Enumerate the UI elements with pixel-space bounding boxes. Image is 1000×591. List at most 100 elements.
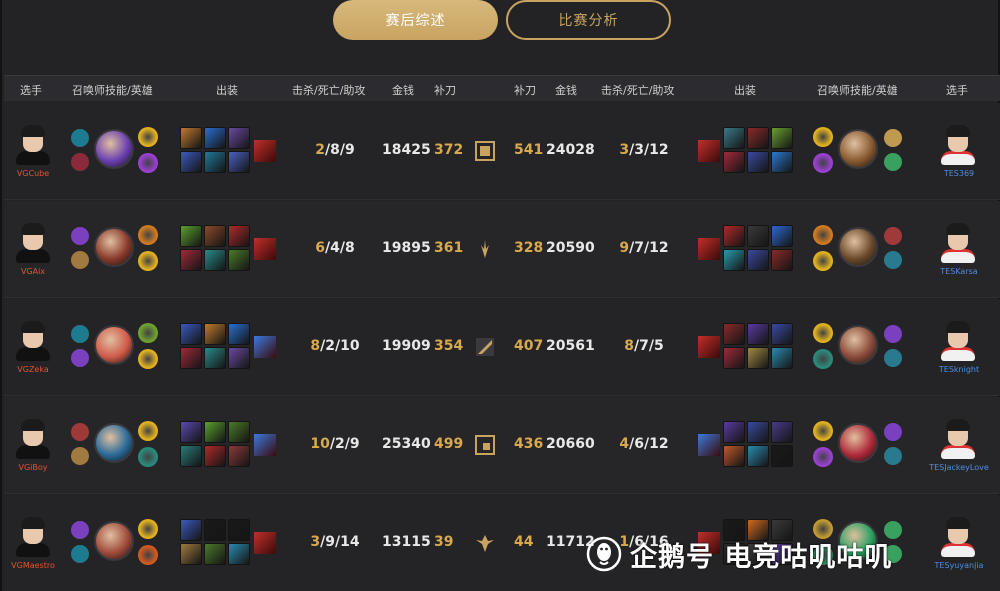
item-icon[interactable] <box>180 543 202 565</box>
item-icon[interactable] <box>723 127 745 149</box>
player-avatar[interactable] <box>16 321 50 361</box>
deaths-assists-value: /7/12 <box>629 240 669 256</box>
item-icon[interactable] <box>180 249 202 271</box>
item-icon[interactable] <box>228 127 250 149</box>
item-icon[interactable] <box>723 347 745 369</box>
champion-portrait-icon[interactable] <box>838 227 878 267</box>
champion-portrait-icon[interactable] <box>94 521 134 561</box>
item-icon[interactable] <box>771 127 793 149</box>
player-name[interactable]: TESJackeyLove <box>924 463 994 472</box>
player-name[interactable]: TESKarsa <box>924 267 994 276</box>
item-icon[interactable] <box>747 127 769 149</box>
mid-icon <box>475 337 495 357</box>
player-avatar[interactable] <box>16 517 50 557</box>
item-icon[interactable] <box>180 445 202 467</box>
summoner-spell-icon <box>71 227 89 245</box>
item-icon[interactable] <box>747 249 769 271</box>
item-icon[interactable] <box>228 151 250 173</box>
item-icon[interactable] <box>180 347 202 369</box>
item-icon[interactable] <box>180 225 202 247</box>
item-icon[interactable] <box>228 225 250 247</box>
item-icon[interactable] <box>771 225 793 247</box>
player-avatar[interactable] <box>941 517 975 557</box>
champion-portrait-icon[interactable] <box>94 325 134 365</box>
item-icon[interactable] <box>228 519 250 541</box>
item-icon[interactable] <box>228 249 250 271</box>
item-icon[interactable] <box>204 347 226 369</box>
item-icon[interactable] <box>723 249 745 271</box>
player-avatar[interactable] <box>16 419 50 459</box>
header-gold-right: 金钱 <box>555 84 577 97</box>
item-icon[interactable] <box>771 323 793 345</box>
item-icon[interactable] <box>204 127 226 149</box>
rune-icon <box>138 225 158 245</box>
summoner-spell-icon <box>884 325 902 343</box>
item-icon[interactable] <box>723 151 745 173</box>
item-icon[interactable] <box>771 151 793 173</box>
item-icon[interactable] <box>180 323 202 345</box>
item-icon[interactable] <box>747 347 769 369</box>
item-icon[interactable] <box>180 421 202 443</box>
champion-portrait-icon[interactable] <box>94 227 134 267</box>
champion-portrait-icon[interactable] <box>838 325 878 365</box>
item-icon[interactable] <box>747 323 769 345</box>
player-name[interactable]: VGCube <box>0 169 68 178</box>
header-cs-right: 补刀 <box>514 84 536 97</box>
item-icon[interactable] <box>204 543 226 565</box>
item-icon[interactable] <box>747 445 769 467</box>
player-avatar[interactable] <box>941 321 975 361</box>
item-icon[interactable] <box>723 445 745 467</box>
cs-left: 372 <box>434 142 464 158</box>
item-icon[interactable] <box>228 445 250 467</box>
summoner-spell-icon <box>884 227 902 245</box>
item-icon[interactable] <box>180 519 202 541</box>
player-name[interactable]: VGiBoy <box>0 463 68 472</box>
gold-right: 24028 <box>546 142 595 158</box>
item-icon[interactable] <box>204 151 226 173</box>
item-icon[interactable] <box>771 249 793 271</box>
tab-post-game-summary[interactable]: 赛后综述 <box>333 0 498 40</box>
item-icon[interactable] <box>747 225 769 247</box>
item-icon[interactable] <box>204 445 226 467</box>
player-avatar[interactable] <box>941 125 975 165</box>
item-icon[interactable] <box>204 225 226 247</box>
item-icon[interactable] <box>180 151 202 173</box>
item-icon[interactable] <box>771 421 793 443</box>
player-name[interactable]: VGAix <box>0 267 68 276</box>
champion-portrait-icon[interactable] <box>94 423 134 463</box>
item-icon[interactable] <box>723 323 745 345</box>
item-icon[interactable] <box>723 421 745 443</box>
item-icon[interactable] <box>204 323 226 345</box>
summoner-spell-icon <box>71 349 89 367</box>
item-icon[interactable] <box>747 151 769 173</box>
champion-portrait-icon[interactable] <box>94 129 134 169</box>
item-icon[interactable] <box>204 519 226 541</box>
player-name[interactable]: TES369 <box>924 169 994 178</box>
item-icon[interactable] <box>180 127 202 149</box>
player-avatar[interactable] <box>941 223 975 263</box>
item-icon[interactable] <box>228 543 250 565</box>
player-name[interactable]: TESknight <box>924 365 994 374</box>
player-avatar[interactable] <box>16 223 50 263</box>
item-icon[interactable] <box>204 249 226 271</box>
item-icon[interactable] <box>204 421 226 443</box>
champion-portrait-icon[interactable] <box>838 129 878 169</box>
player-avatar[interactable] <box>941 419 975 459</box>
rune-icon <box>138 323 158 343</box>
item-icon[interactable] <box>723 225 745 247</box>
item-icon[interactable] <box>771 347 793 369</box>
table-row: VGCube 2/8/9 18425 372 541 24028 3/3/12 TES369 <box>4 103 1000 200</box>
player-avatar[interactable] <box>16 125 50 165</box>
player-name[interactable]: VGMaestro <box>0 561 68 570</box>
tab-match-analysis[interactable]: 比赛分析 <box>506 0 671 40</box>
kills-value: 10 <box>310 436 330 452</box>
item-icon[interactable] <box>228 421 250 443</box>
item-icon[interactable] <box>771 445 793 467</box>
item-icon[interactable] <box>228 347 250 369</box>
player-name[interactable]: VGZeka <box>0 365 68 374</box>
champion-portrait-icon[interactable] <box>838 423 878 463</box>
player-name[interactable]: TESyuyanjia <box>924 561 994 570</box>
trinket-icon <box>254 532 276 554</box>
item-icon[interactable] <box>228 323 250 345</box>
item-icon[interactable] <box>747 421 769 443</box>
